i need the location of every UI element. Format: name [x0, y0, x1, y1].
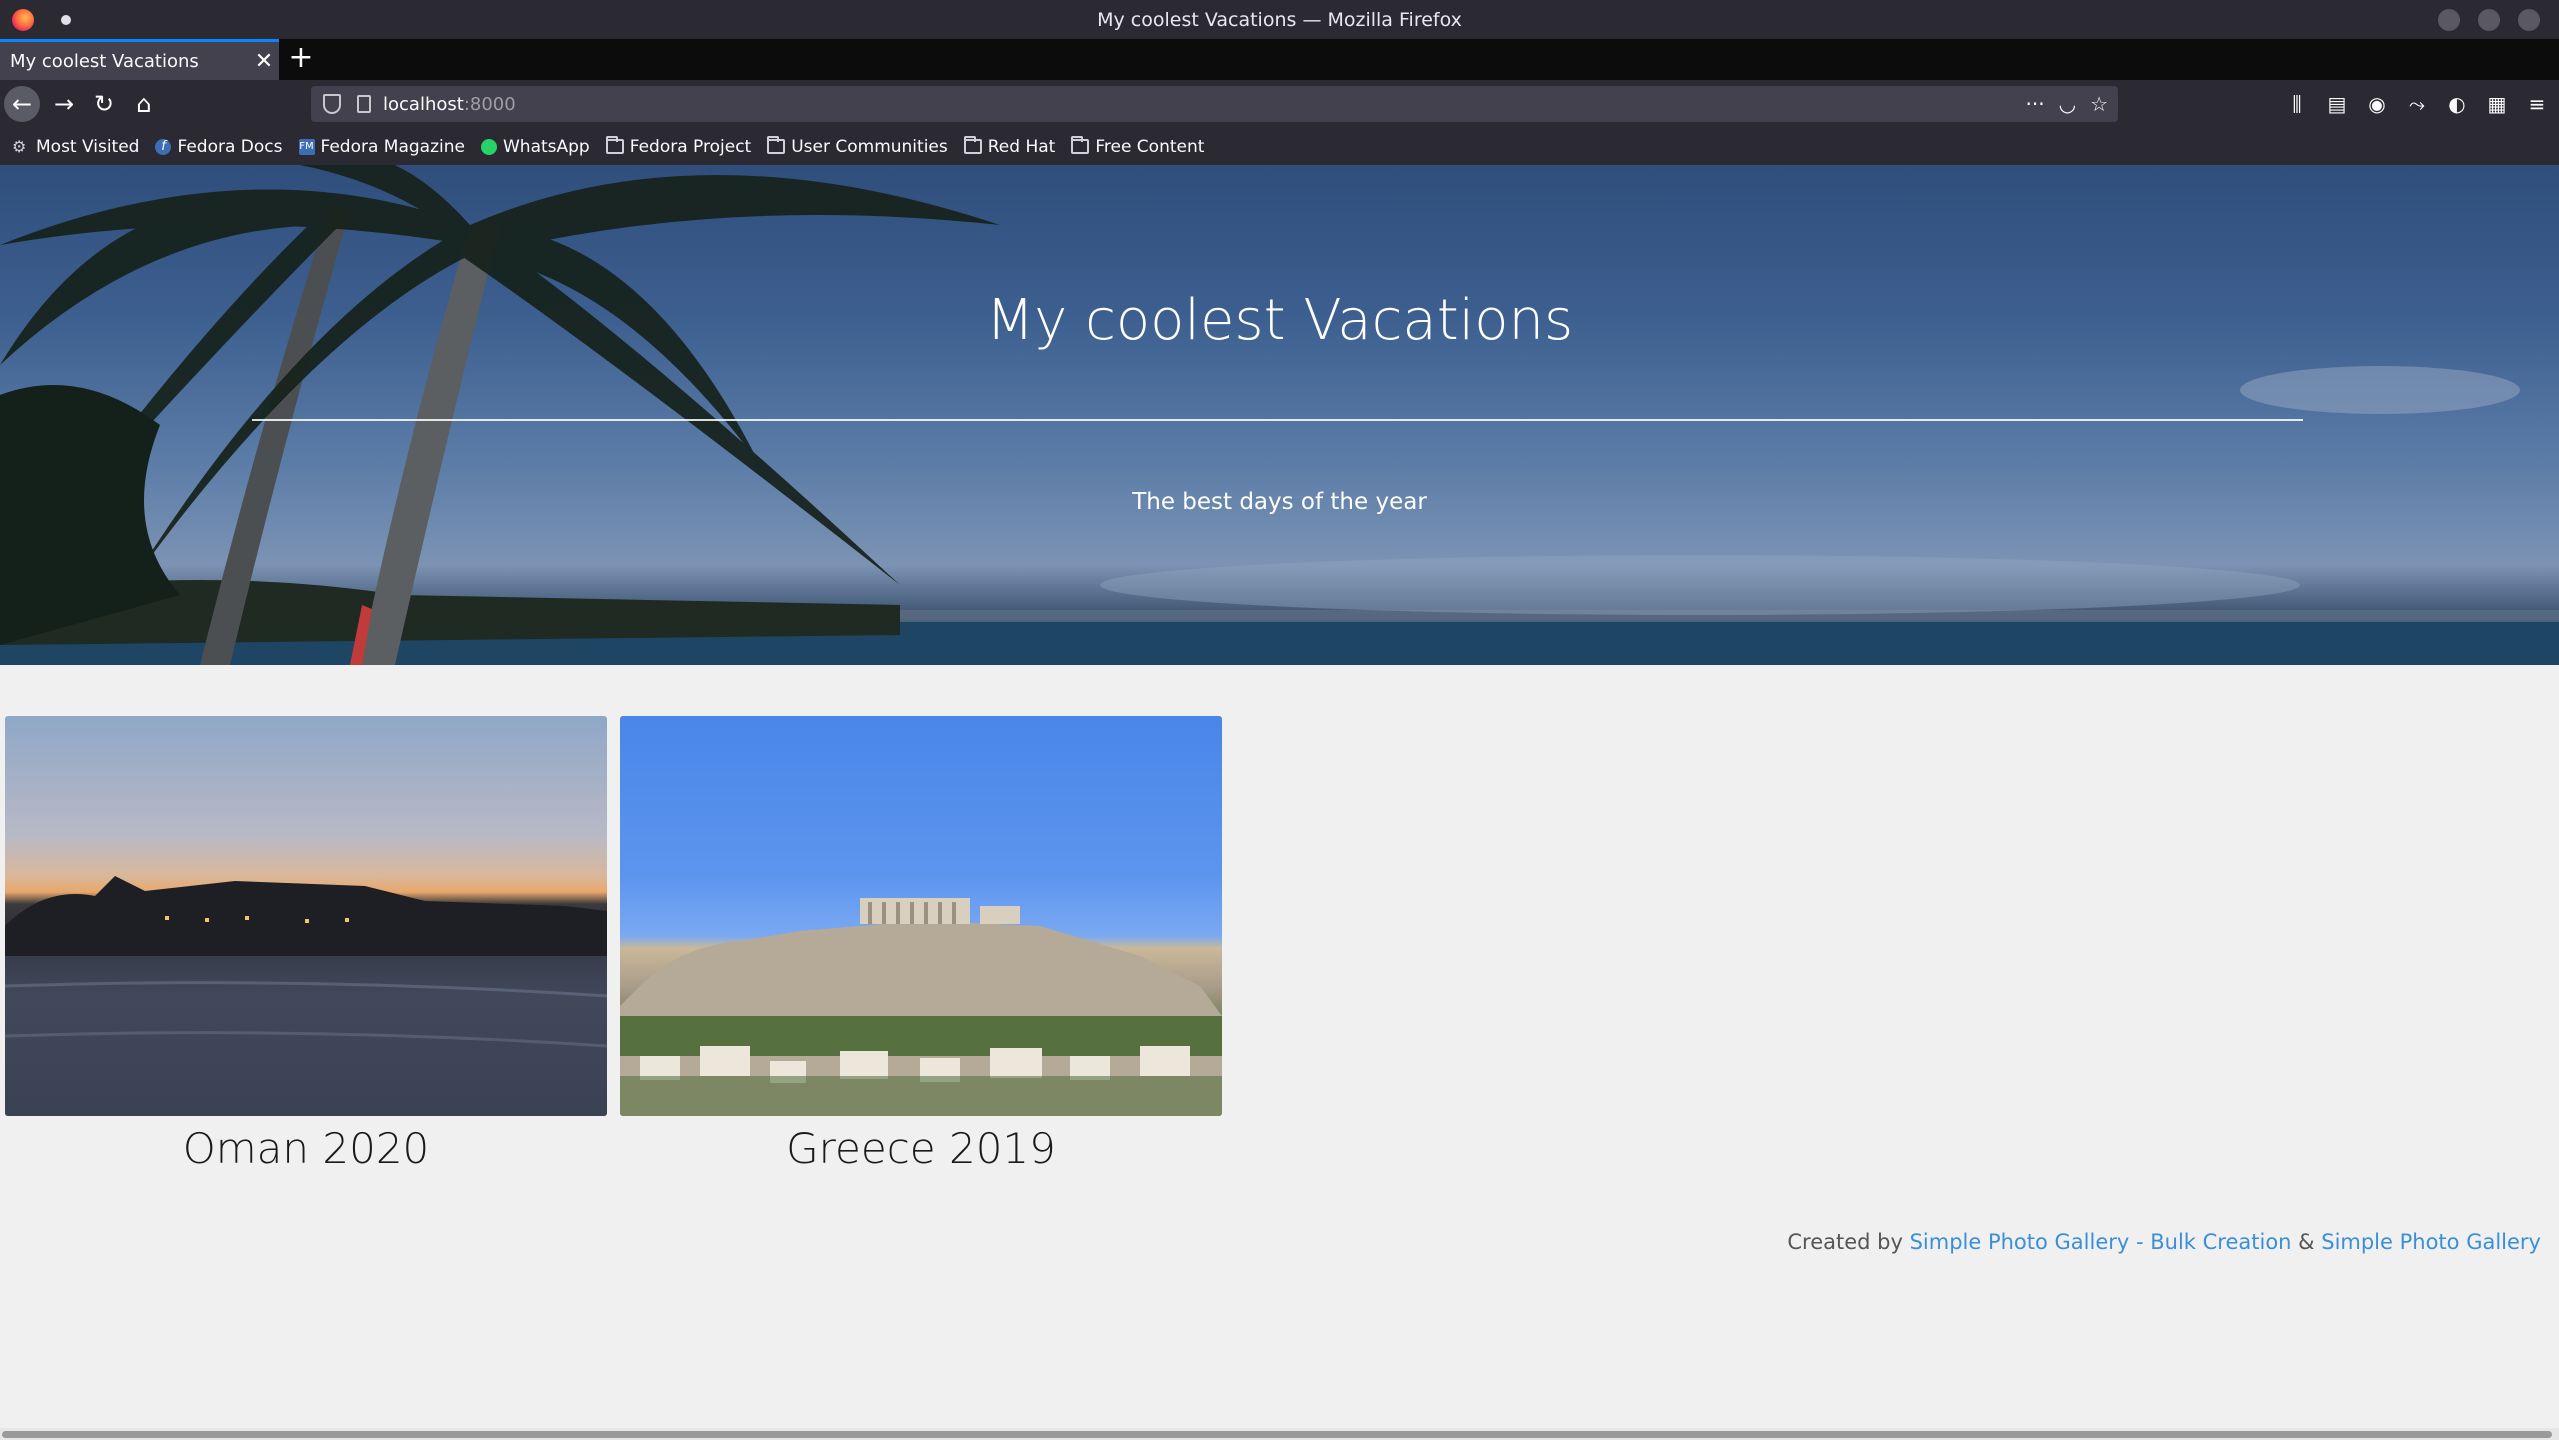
whatsapp-icon	[480, 138, 497, 155]
fedora-icon: f	[155, 138, 172, 155]
bookmark-label: Most Visited	[36, 136, 140, 157]
fedora-magazine-icon: FM	[298, 138, 315, 155]
maximize-button[interactable]	[2478, 9, 2500, 31]
hero-title: My coolest Vacations	[985, 288, 1574, 353]
footer-prefix: Created by	[1787, 1230, 1910, 1254]
page-footer: Created by Simple Photo Gallery - Bulk C…	[1787, 1230, 2541, 1254]
bookmark-whatsapp[interactable]: WhatsApp	[480, 136, 590, 157]
reload-button[interactable]: ↻	[86, 86, 122, 122]
bookmark-folder-user-communities[interactable]: User Communities	[767, 136, 948, 157]
tab-strip: My coolest Vacations ✕ +	[0, 39, 2559, 80]
gear-icon: ⚙	[12, 137, 27, 156]
bookmark-label: Fedora Magazine	[320, 136, 465, 157]
acropolis-image	[620, 898, 1222, 1116]
sidebar-icon[interactable]: ▤	[2323, 92, 2351, 116]
bookmarks-toolbar: ⚙ Most Visited f Fedora Docs FM Fedora M…	[0, 128, 2559, 165]
page-actions-more-icon[interactable]: ···	[2026, 92, 2045, 116]
url-port: :8000	[463, 93, 516, 115]
footer-link-simple-photo-gallery[interactable]: Simple Photo Gallery	[2321, 1230, 2541, 1254]
url-bar[interactable]: localhost :8000 ··· ◡ ☆	[311, 86, 2118, 122]
bookmark-label: User Communities	[791, 136, 948, 157]
forward-button[interactable]: →	[46, 86, 82, 122]
new-tab-button[interactable]: +	[285, 43, 317, 75]
oman-sunset-image	[5, 876, 607, 1116]
bookmark-label: Red Hat	[987, 136, 1056, 157]
folder-icon	[605, 136, 624, 154]
folder-icon	[767, 136, 786, 154]
bookmark-label: WhatsApp	[502, 136, 590, 157]
footer-separator: &	[2291, 1230, 2322, 1254]
pocket-icon[interactable]: ◡	[2059, 92, 2076, 116]
footer-link-bulk-creation[interactable]: Simple Photo Gallery - Bulk Creation	[1910, 1230, 2292, 1254]
firefox-logo-icon	[12, 9, 34, 31]
album-caption[interactable]: Greece 2019	[620, 1124, 1222, 1173]
menu-hamburger-icon[interactable]: ≡	[2523, 92, 2551, 116]
back-button[interactable]: ←	[4, 86, 40, 122]
window-title: My coolest Vacations — Mozilla Firefox	[1097, 8, 1462, 31]
horizontal-scrollbar[interactable]	[0, 1428, 2559, 1440]
extension-icon-2[interactable]: ◐	[2443, 92, 2471, 116]
home-button[interactable]: ⌂	[126, 86, 162, 122]
minimize-button[interactable]	[2438, 9, 2460, 31]
indicator-dot-icon	[61, 15, 71, 25]
bookmark-fedora-docs[interactable]: f Fedora Docs	[155, 136, 283, 157]
bookmark-label: Fedora Docs	[177, 136, 283, 157]
hero-background-image	[0, 165, 2559, 665]
hero-banner: My coolest Vacations The best days of th…	[0, 165, 2559, 665]
close-window-button[interactable]	[2518, 9, 2540, 31]
tracking-protection-shield-icon[interactable]	[323, 94, 341, 114]
bookmark-fedora-magazine[interactable]: FM Fedora Magazine	[298, 136, 465, 157]
folder-icon	[963, 136, 982, 154]
tab-label: My coolest Vacations	[10, 50, 199, 72]
library-icon[interactable]: ⫼	[2283, 92, 2311, 116]
extensions-icon[interactable]: ▦	[2483, 92, 2511, 116]
album-card-oman-2020[interactable]: Oman 2020	[5, 716, 607, 1173]
scrollbar-thumb[interactable]	[2, 1431, 2552, 1438]
bookmark-star-icon[interactable]: ☆	[2090, 92, 2108, 116]
album-thumbnail-oman[interactable]	[5, 716, 607, 1116]
tab-my-coolest-vacations[interactable]: My coolest Vacations ✕	[0, 39, 279, 80]
toolbar-right: ⫼ ▤ ◉ ⤳ ◐ ▦ ≡	[2283, 86, 2559, 122]
bookmark-label: Fedora Project	[629, 136, 752, 157]
window-titlebar: My coolest Vacations — Mozilla Firefox	[0, 0, 2559, 39]
page-info-icon[interactable]	[357, 95, 371, 113]
hero-divider	[252, 419, 2303, 421]
bookmark-most-visited[interactable]: ⚙ Most Visited	[12, 137, 139, 157]
bookmark-label: Free Content	[1095, 136, 1205, 157]
bookmark-folder-fedora-project[interactable]: Fedora Project	[605, 136, 752, 157]
bookmark-folder-free-content[interactable]: Free Content	[1071, 136, 1205, 157]
album-thumbnail-greece[interactable]	[620, 716, 1222, 1116]
account-icon[interactable]: ◉	[2363, 92, 2391, 116]
navigation-toolbar: ← → ↻ ⌂ localhost :8000 ··· ◡ ☆ ⫼ ▤ ◉ ⤳ …	[0, 80, 2559, 128]
url-actions: ··· ◡ ☆	[2026, 86, 2108, 122]
hero-subtitle: The best days of the year	[1132, 489, 1427, 515]
bookmark-folder-red-hat[interactable]: Red Hat	[963, 136, 1056, 157]
folder-icon	[1071, 136, 1090, 154]
album-card-greece-2019[interactable]: Greece 2019	[620, 716, 1222, 1173]
tab-close-icon[interactable]: ✕	[249, 49, 279, 74]
extension-icon[interactable]: ⤳	[2403, 92, 2431, 116]
url-host: localhost	[383, 93, 464, 115]
album-caption[interactable]: Oman 2020	[5, 1124, 607, 1173]
